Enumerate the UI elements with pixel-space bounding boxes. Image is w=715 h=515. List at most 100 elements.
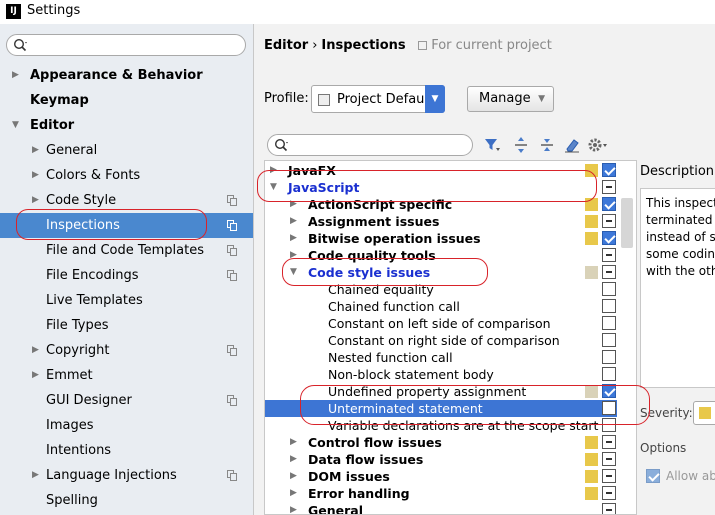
inspection-checkbox[interactable] — [602, 452, 616, 466]
inspection-checkbox[interactable] — [602, 469, 616, 483]
manage-button[interactable]: Manage ▼ — [467, 86, 554, 112]
inspection-row[interactable]: Nested function call — [265, 349, 617, 366]
sidebar-item-label: Copyright — [46, 343, 110, 358]
inspection-checkbox[interactable] — [602, 503, 616, 514]
inspection-checkbox[interactable] — [602, 350, 616, 364]
inspection-checkbox[interactable] — [602, 197, 616, 211]
severity-select[interactable] — [693, 401, 715, 425]
inspection-row[interactable]: ▶ Error handling — [265, 485, 617, 502]
sidebar-item-colors-fonts[interactable]: ▶ Colors & Fonts — [0, 163, 253, 188]
chevron-down-icon[interactable]: ▼ — [12, 113, 22, 138]
chevron-down-icon[interactable]: ▼ — [425, 85, 445, 113]
chevron-right-icon[interactable]: ▶ — [290, 213, 297, 230]
sidebar-item-general[interactable]: ▶ General — [0, 138, 253, 163]
chevron-down-icon[interactable]: ▼ — [270, 179, 277, 196]
inspections-filter-input[interactable] — [267, 134, 473, 156]
chevron-right-icon[interactable]: ▶ — [290, 230, 297, 247]
sidebar-item-intentions[interactable]: Intentions — [0, 438, 253, 463]
chevron-right-icon[interactable]: ▶ — [32, 338, 42, 363]
expand-all-icon[interactable] — [512, 136, 530, 154]
chevron-right-icon[interactable]: ▶ — [290, 468, 297, 485]
sidebar-item-inspections[interactable]: Inspections — [0, 213, 253, 238]
chevron-right-icon[interactable]: ▶ — [32, 463, 42, 488]
inspection-row[interactable]: ▶ Bitwise operation issues — [265, 230, 617, 247]
chevron-right-icon[interactable]: ▶ — [290, 451, 297, 468]
inspection-checkbox[interactable] — [602, 231, 616, 245]
inspection-row[interactable]: ▶ ActionScript specific — [265, 196, 617, 213]
sidebar-item-gui-designer[interactable]: GUI Designer — [0, 388, 253, 413]
inspection-checkbox[interactable] — [602, 163, 616, 177]
sidebar-item-editor[interactable]: ▼ Editor — [0, 113, 253, 138]
chevron-right-icon[interactable]: ▶ — [290, 485, 297, 502]
chevron-right-icon[interactable]: ▶ — [290, 502, 297, 514]
sidebar-item-live-templates[interactable]: Live Templates — [0, 288, 253, 313]
sidebar-item-file-and-code-templates[interactable]: File and Code Templates — [0, 238, 253, 263]
inspection-row[interactable]: Unterminated statement — [265, 400, 617, 417]
inspection-checkbox[interactable] — [602, 248, 616, 262]
inspection-row[interactable]: Chained equality — [265, 281, 617, 298]
inspection-checkbox[interactable] — [602, 180, 616, 194]
sidebar-item-spelling[interactable]: Spelling — [0, 488, 253, 513]
sidebar-item-file-encodings[interactable]: File Encodings — [0, 263, 253, 288]
inspection-checkbox[interactable] — [602, 435, 616, 449]
description-title: Description — [640, 164, 715, 179]
inspection-label: Non-block statement body — [328, 367, 494, 382]
inspection-checkbox[interactable] — [602, 384, 616, 398]
profile-icon — [318, 94, 330, 106]
inspection-checkbox[interactable] — [602, 214, 616, 228]
inspection-checkbox[interactable] — [602, 265, 616, 279]
inspection-checkbox[interactable] — [602, 401, 616, 415]
inspection-checkbox[interactable] — [602, 282, 616, 296]
sidebar-item-copyright[interactable]: ▶ Copyright — [0, 338, 253, 363]
chevron-right-icon[interactable]: ▶ — [32, 163, 42, 188]
inspection-row[interactable]: Variable declarations are at the scope s… — [265, 417, 617, 434]
sidebar-item-code-style[interactable]: ▶ Code Style — [0, 188, 253, 213]
chevron-right-icon[interactable]: ▶ — [32, 188, 42, 213]
inspection-row[interactable]: ▶ Assignment issues — [265, 213, 617, 230]
inspection-checkbox[interactable] — [602, 418, 616, 432]
reset-eraser-icon[interactable] — [563, 136, 581, 154]
allow-checkbox[interactable] — [646, 469, 660, 483]
inspection-checkbox[interactable] — [602, 486, 616, 500]
inspection-checkbox[interactable] — [602, 367, 616, 381]
inspection-checkbox[interactable] — [602, 316, 616, 330]
sidebar-item-label: File Types — [46, 318, 109, 333]
sidebar-item-language-injections[interactable]: ▶ Language Injections — [0, 463, 253, 488]
inspection-row[interactable]: ▶ Data flow issues — [265, 451, 617, 468]
sidebar-item-file-types[interactable]: File Types — [0, 313, 253, 338]
inspection-checkbox[interactable] — [602, 299, 616, 313]
profile-select[interactable]: Project Default ▼ — [311, 85, 445, 113]
chevron-right-icon[interactable]: ▶ — [290, 434, 297, 451]
inspection-row[interactable]: ▶ DOM issues — [265, 468, 617, 485]
inspection-label: Constant on left side of comparison — [328, 316, 551, 331]
collapse-all-icon[interactable] — [538, 136, 556, 154]
inspection-row[interactable]: ▶ General — [265, 502, 617, 514]
inspection-row[interactable]: Chained function call — [265, 298, 617, 315]
inspection-row[interactable]: Constant on left side of comparison — [265, 315, 617, 332]
sidebar-item-keymap[interactable]: Keymap — [0, 88, 253, 113]
inspection-row[interactable]: ▼ JavaScript — [265, 179, 617, 196]
chevron-right-icon[interactable]: ▶ — [32, 138, 42, 163]
sidebar-item-images[interactable]: Images — [0, 413, 253, 438]
severity-icon — [585, 232, 598, 245]
gear-icon[interactable] — [587, 136, 609, 154]
chevron-right-icon[interactable]: ▶ — [270, 162, 277, 179]
inspection-row[interactable]: Constant on right side of comparison — [265, 332, 617, 349]
inspection-row[interactable]: ▶ JavaFX — [265, 162, 617, 179]
inspection-row[interactable]: ▶ Control flow issues — [265, 434, 617, 451]
inspections-scrollbar[interactable] — [621, 198, 633, 248]
sidebar-item-emmet[interactable]: ▶ Emmet — [0, 363, 253, 388]
inspection-row[interactable]: Undefined property assignment — [265, 383, 617, 400]
sidebar-item-appearance-behavior[interactable]: ▶ Appearance & Behavior — [0, 63, 253, 88]
chevron-right-icon[interactable]: ▶ — [290, 247, 297, 264]
inspection-row[interactable]: Non-block statement body — [265, 366, 617, 383]
inspection-row[interactable]: ▶ Code quality tools — [265, 247, 617, 264]
chevron-right-icon[interactable]: ▶ — [290, 196, 297, 213]
chevron-down-icon[interactable]: ▼ — [290, 264, 297, 281]
inspection-checkbox[interactable] — [602, 333, 616, 347]
chevron-right-icon[interactable]: ▶ — [32, 363, 42, 388]
chevron-right-icon[interactable]: ▶ — [12, 63, 22, 88]
filter-icon[interactable] — [483, 136, 501, 154]
inspection-row[interactable]: ▼ Code style issues — [265, 264, 617, 281]
settings-search-input[interactable] — [6, 34, 246, 56]
